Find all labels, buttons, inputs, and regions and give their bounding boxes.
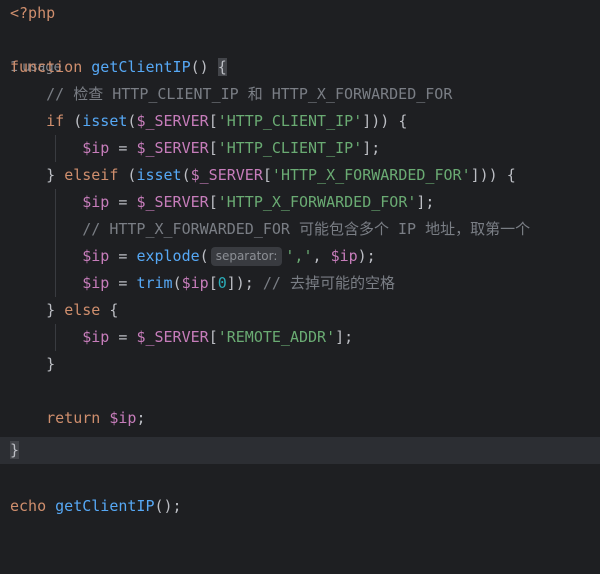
comment-trim: // 去掉可能的空格 [262, 274, 395, 292]
function-name: getClientIP [91, 58, 191, 76]
comment-check: // 检查 HTTP_CLIENT_IP 和 HTTP_X_FORWARDED_… [46, 85, 453, 103]
code-line-15[interactable]: return $ip; [0, 405, 600, 432]
code-line-18[interactable]: echo getClientIP(); [0, 493, 600, 520]
code-line-14[interactable] [0, 378, 600, 405]
code-line-3[interactable]: // 检查 HTTP_CLIENT_IP 和 HTTP_X_FORWARDED_… [0, 81, 600, 108]
code-line-10[interactable]: $ip = trim($ip[0]); // 去掉可能的空格 [0, 270, 600, 297]
code-line-6[interactable]: } elseif (isset($_SERVER['HTTP_X_FORWARD… [0, 162, 600, 189]
code-line-2[interactable]: function getClientIP() { [0, 54, 600, 81]
keyword-function: function [10, 58, 83, 76]
comment-forwarded: // HTTP_X_FORWARDED_FOR 可能包含多个 IP 地址，取第一… [82, 220, 531, 238]
matched-close-brace: } [10, 441, 20, 459]
code-line-8[interactable]: // HTTP_X_FORWARDED_FOR 可能包含多个 IP 地址，取第一… [0, 216, 600, 243]
matched-open-brace: { [217, 58, 227, 76]
php-open-tag: <?php [10, 4, 56, 22]
code-line-16-current[interactable]: } [0, 437, 600, 464]
parameter-hint: separator: [210, 247, 283, 266]
code-line-12[interactable]: $ip = $_SERVER['REMOTE_ADDR']; [0, 324, 600, 351]
code-line-17[interactable] [0, 464, 600, 491]
code-line-11[interactable]: } else { [0, 297, 600, 324]
code-line-13[interactable]: } [0, 351, 600, 378]
code-line-1[interactable]: <?php [0, 0, 600, 27]
usage-hint-line: 1 usage [0, 27, 600, 75]
code-line-4[interactable]: if (isset($_SERVER['HTTP_CLIENT_IP''])) … [0, 108, 600, 135]
code-line-5[interactable]: $ip = $_SERVER['HTTP_CLIENT_IP']; [0, 135, 600, 162]
code-line-9[interactable]: $ip = explode(separator: ',', $ip); [0, 243, 600, 270]
code-line-7[interactable]: $ip = $_SERVER['HTTP_X_FORWARDED_FOR']; [0, 189, 600, 216]
code-editor[interactable]: <?php 1 usage function getClientIP() { /… [0, 0, 600, 526]
